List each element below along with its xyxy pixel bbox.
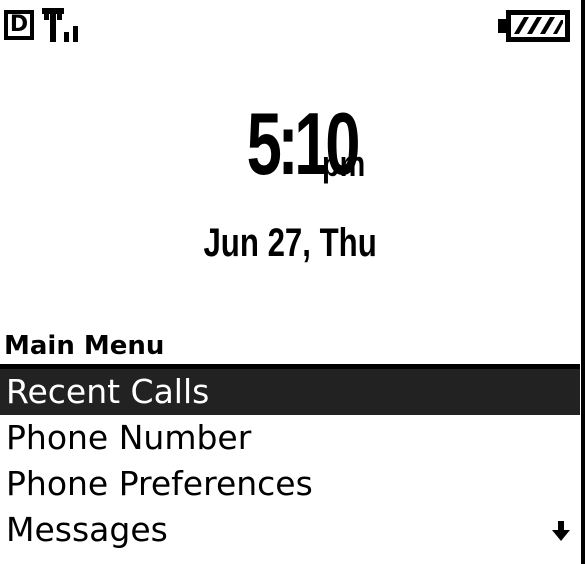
main-menu-list: Recent Calls Phone Number Phone Preferen… (0, 369, 580, 553)
phone-screen: D 5:10pm Jun 27, Thu Main Menu Recent Ca… (0, 0, 585, 564)
menu-item-label: Messages (6, 510, 168, 549)
date-text: Jun 27, Thu (203, 221, 377, 265)
mode-badge-label: D (8, 12, 30, 37)
menu-item-label: Recent Calls (6, 372, 210, 411)
clock-ampm: pm (322, 143, 366, 184)
signal-strength-icon (42, 8, 78, 42)
scroll-down-arrow-icon[interactable] (552, 521, 570, 541)
menu-title: Main Menu (4, 331, 165, 361)
menu-item-recent-calls[interactable]: Recent Calls (0, 369, 580, 415)
battery-full-icon (498, 10, 570, 42)
menu-item-phone-preferences[interactable]: Phone Preferences (0, 461, 580, 507)
screen-right-border (581, 0, 585, 564)
menu-item-label: Phone Preferences (6, 464, 313, 503)
clock-display: 5:10pm (0, 100, 580, 188)
status-bar: D (0, 0, 580, 52)
menu-item-label: Phone Number (6, 418, 252, 457)
date-display: Jun 27, Thu (0, 220, 580, 266)
menu-item-phone-number[interactable]: Phone Number (0, 415, 580, 461)
menu-item-messages[interactable]: Messages (0, 507, 580, 553)
mode-badge: D (4, 10, 34, 40)
